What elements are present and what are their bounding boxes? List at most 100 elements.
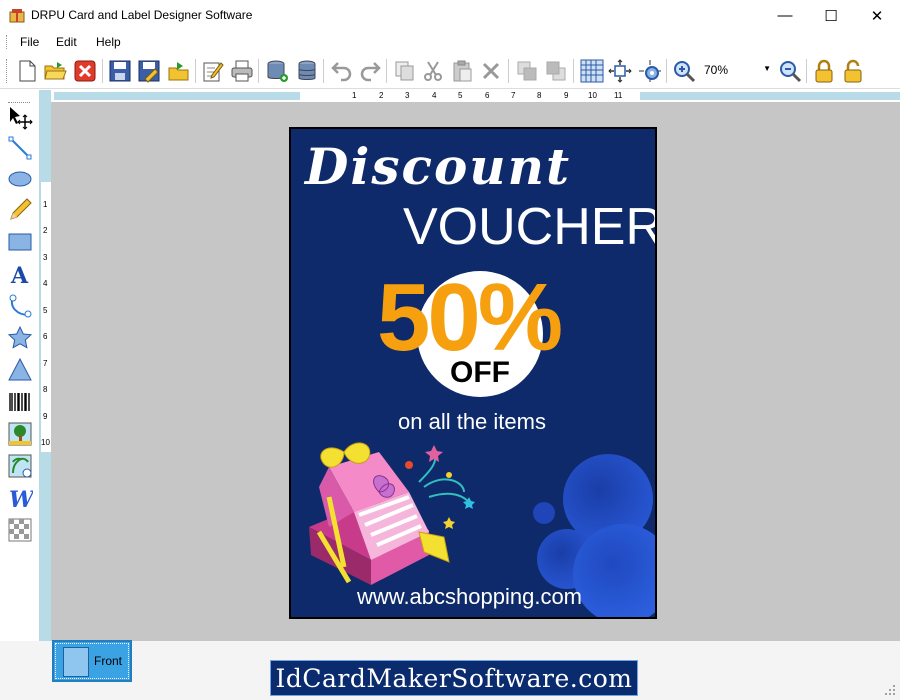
text-tool-icon[interactable]: A [6,260,34,288]
maximize-button[interactable]: ☐ [808,0,854,31]
rectangle-tool-icon[interactable] [6,228,34,256]
hruler-number: 5 [458,91,463,100]
select-move-icon[interactable] [6,104,34,132]
toolbar-grip [8,102,30,103]
vruler-number: 7 [43,359,48,368]
copy-icon[interactable] [392,58,418,84]
toolbar-grip [6,59,9,83]
unlock-icon[interactable] [840,58,866,84]
drawing-toolbar: A W [0,90,39,646]
line-tool-icon[interactable] [6,134,34,162]
close-file-icon[interactable] [72,58,98,84]
grid-icon[interactable] [579,58,605,84]
card-side-icon [63,647,89,677]
ellipse-tool-icon[interactable] [6,165,34,193]
toolbar-separator [508,59,509,83]
zoom-out-icon[interactable] [777,58,803,84]
database-add-icon[interactable] [264,58,290,84]
hruler-number: 6 [485,91,490,100]
toolbar-separator [666,59,667,83]
vruler-number: 6 [43,332,48,341]
delete-icon[interactable] [478,58,504,84]
vruler-number: 9 [43,412,48,421]
title-bar: DRPU Card and Label Designer Software — … [0,0,900,31]
vertical-ruler: 1 2 3 4 5 6 7 8 9 10 [41,182,51,452]
off-text: OFF [450,356,510,389]
image-tool-icon[interactable] [6,420,34,448]
hruler-number: 10 [588,91,597,100]
hruler-number: 7 [511,91,516,100]
vruler-number: 3 [43,253,48,262]
hruler-number: 8 [537,91,542,100]
tab-front-label: Front [94,654,123,668]
vruler-number: 5 [43,306,48,315]
watermark-banner: IdCardMakerSoftware.com [270,660,638,696]
pencil-tool-icon[interactable] [6,196,34,224]
lock-icon[interactable] [811,58,837,84]
toolbar-separator [258,59,259,83]
hruler-number: 11 [614,91,623,100]
export-icon[interactable] [166,58,192,84]
items-text: on all the items [398,409,546,434]
zoom-settings-icon[interactable] [637,58,663,84]
vruler-number: 10 [41,438,50,447]
toolbar-separator [195,59,196,83]
hruler-number: 4 [432,91,437,100]
print-icon[interactable] [229,58,255,84]
vruler-number: 2 [43,226,48,235]
resize-grip-icon[interactable] [884,684,896,696]
svg-text:A: A [10,263,29,287]
discount-text: Discount [305,137,572,196]
horizontal-ruler: 1 2 3 4 5 6 7 8 9 10 11 12 [300,91,640,101]
app-icon [9,9,25,23]
voucher-card[interactable]: Discount VOUCHER 50% OFF on all the item… [289,127,657,619]
toolbar-separator [386,59,387,83]
menu-edit[interactable]: Edit [56,35,77,49]
hruler-number: 9 [564,91,569,100]
undo-icon[interactable] [329,58,355,84]
redo-icon[interactable] [357,58,383,84]
word-art-icon[interactable]: W [6,484,34,512]
paste-icon[interactable] [449,58,475,84]
vruler-number: 8 [43,385,48,394]
watermark-tool-icon[interactable] [6,516,34,544]
menu-file[interactable]: File [20,35,39,49]
menu-grip [6,35,9,49]
new-file-icon[interactable] [14,58,40,84]
bring-front-icon[interactable] [514,58,540,84]
open-folder-icon[interactable] [42,58,68,84]
zoom-in-icon[interactable] [671,58,697,84]
toolbar-separator [573,59,574,83]
window-title: DRPU Card and Label Designer Software [31,8,253,22]
hruler-number: 3 [405,91,410,100]
url-text: www.abcshopping.com [357,584,583,609]
image-library-icon[interactable] [6,452,34,480]
fit-to-window-icon[interactable] [607,58,633,84]
barcode-tool-icon[interactable] [6,388,34,416]
toolbar-separator [323,59,324,83]
arc-tool-icon[interactable] [6,292,34,320]
star-tool-icon[interactable] [6,324,34,352]
minimize-button[interactable]: — [762,0,808,31]
vruler-number: 1 [43,200,48,209]
hruler-number: 2 [379,91,384,100]
vruler-number: 4 [43,279,48,288]
triangle-tool-icon[interactable] [6,356,34,384]
cut-icon[interactable] [420,58,446,84]
database-icon[interactable] [294,58,320,84]
zoom-select[interactable]: 70% ▼ [699,58,774,80]
chevron-down-icon[interactable]: ▼ [763,64,771,73]
tab-front[interactable]: Front [52,640,132,682]
edit-document-icon[interactable] [200,58,226,84]
zoom-value: 70% [704,63,729,77]
save-icon[interactable] [107,58,133,84]
menu-help[interactable]: Help [96,35,121,49]
send-back-icon[interactable] [543,58,569,84]
bubble-decoration [533,502,555,524]
svg-text:W: W [9,487,33,511]
watermark-text: IdCardMakerSoftware.com [275,663,633,693]
save-as-icon[interactable] [136,58,162,84]
menu-bar: File Edit Help [0,31,900,53]
close-button[interactable]: ✕ [854,0,900,31]
toolbar-separator [806,59,807,83]
